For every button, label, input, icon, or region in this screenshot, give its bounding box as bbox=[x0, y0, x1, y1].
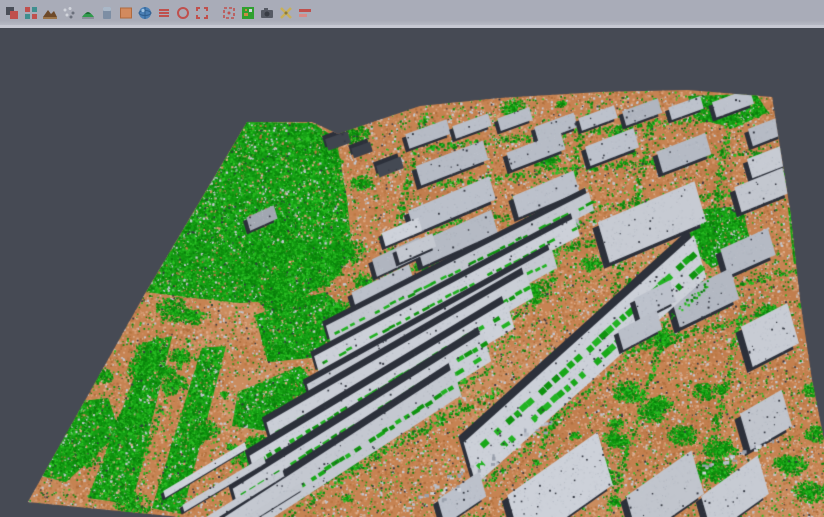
ortho-square-icon bbox=[118, 5, 134, 21]
clip-region-icon bbox=[221, 5, 237, 21]
column-icon bbox=[99, 5, 115, 21]
point-cloud-icon bbox=[61, 5, 77, 21]
red-bars-button[interactable] bbox=[296, 4, 313, 21]
globe-icon bbox=[137, 5, 153, 21]
crop-box-button[interactable] bbox=[193, 4, 210, 21]
point-cloud-button[interactable] bbox=[60, 4, 77, 21]
column-button[interactable] bbox=[98, 4, 115, 21]
align-clouds-button[interactable] bbox=[22, 4, 39, 21]
measure-x-icon bbox=[278, 5, 294, 21]
align-clouds-icon bbox=[23, 5, 39, 21]
application-window bbox=[0, 0, 824, 517]
profile-lines-icon bbox=[156, 5, 172, 21]
toolbar bbox=[0, 0, 824, 25]
classification-map-button[interactable] bbox=[239, 4, 256, 21]
circle-select-icon bbox=[175, 5, 191, 21]
terrain-button[interactable] bbox=[41, 4, 58, 21]
camera-icon bbox=[259, 5, 275, 21]
classification-map-icon bbox=[240, 5, 256, 21]
clip-region-button[interactable] bbox=[220, 4, 237, 21]
terrain-icon bbox=[42, 5, 58, 21]
camera-button[interactable] bbox=[258, 4, 275, 21]
globe-button[interactable] bbox=[136, 4, 153, 21]
profile-lines-button[interactable] bbox=[155, 4, 172, 21]
measure-x-button[interactable] bbox=[277, 4, 294, 21]
viewport-3d[interactable] bbox=[0, 28, 824, 517]
layers-icon bbox=[4, 5, 20, 21]
point-cloud-canvas[interactable] bbox=[0, 28, 824, 517]
mesh-mound-button[interactable] bbox=[79, 4, 96, 21]
layers-button[interactable] bbox=[3, 4, 20, 21]
crop-box-icon bbox=[194, 5, 210, 21]
red-bars-icon bbox=[297, 5, 313, 21]
ortho-square-button[interactable] bbox=[117, 4, 134, 21]
circle-select-button[interactable] bbox=[174, 4, 191, 21]
mesh-mound-icon bbox=[80, 5, 96, 21]
